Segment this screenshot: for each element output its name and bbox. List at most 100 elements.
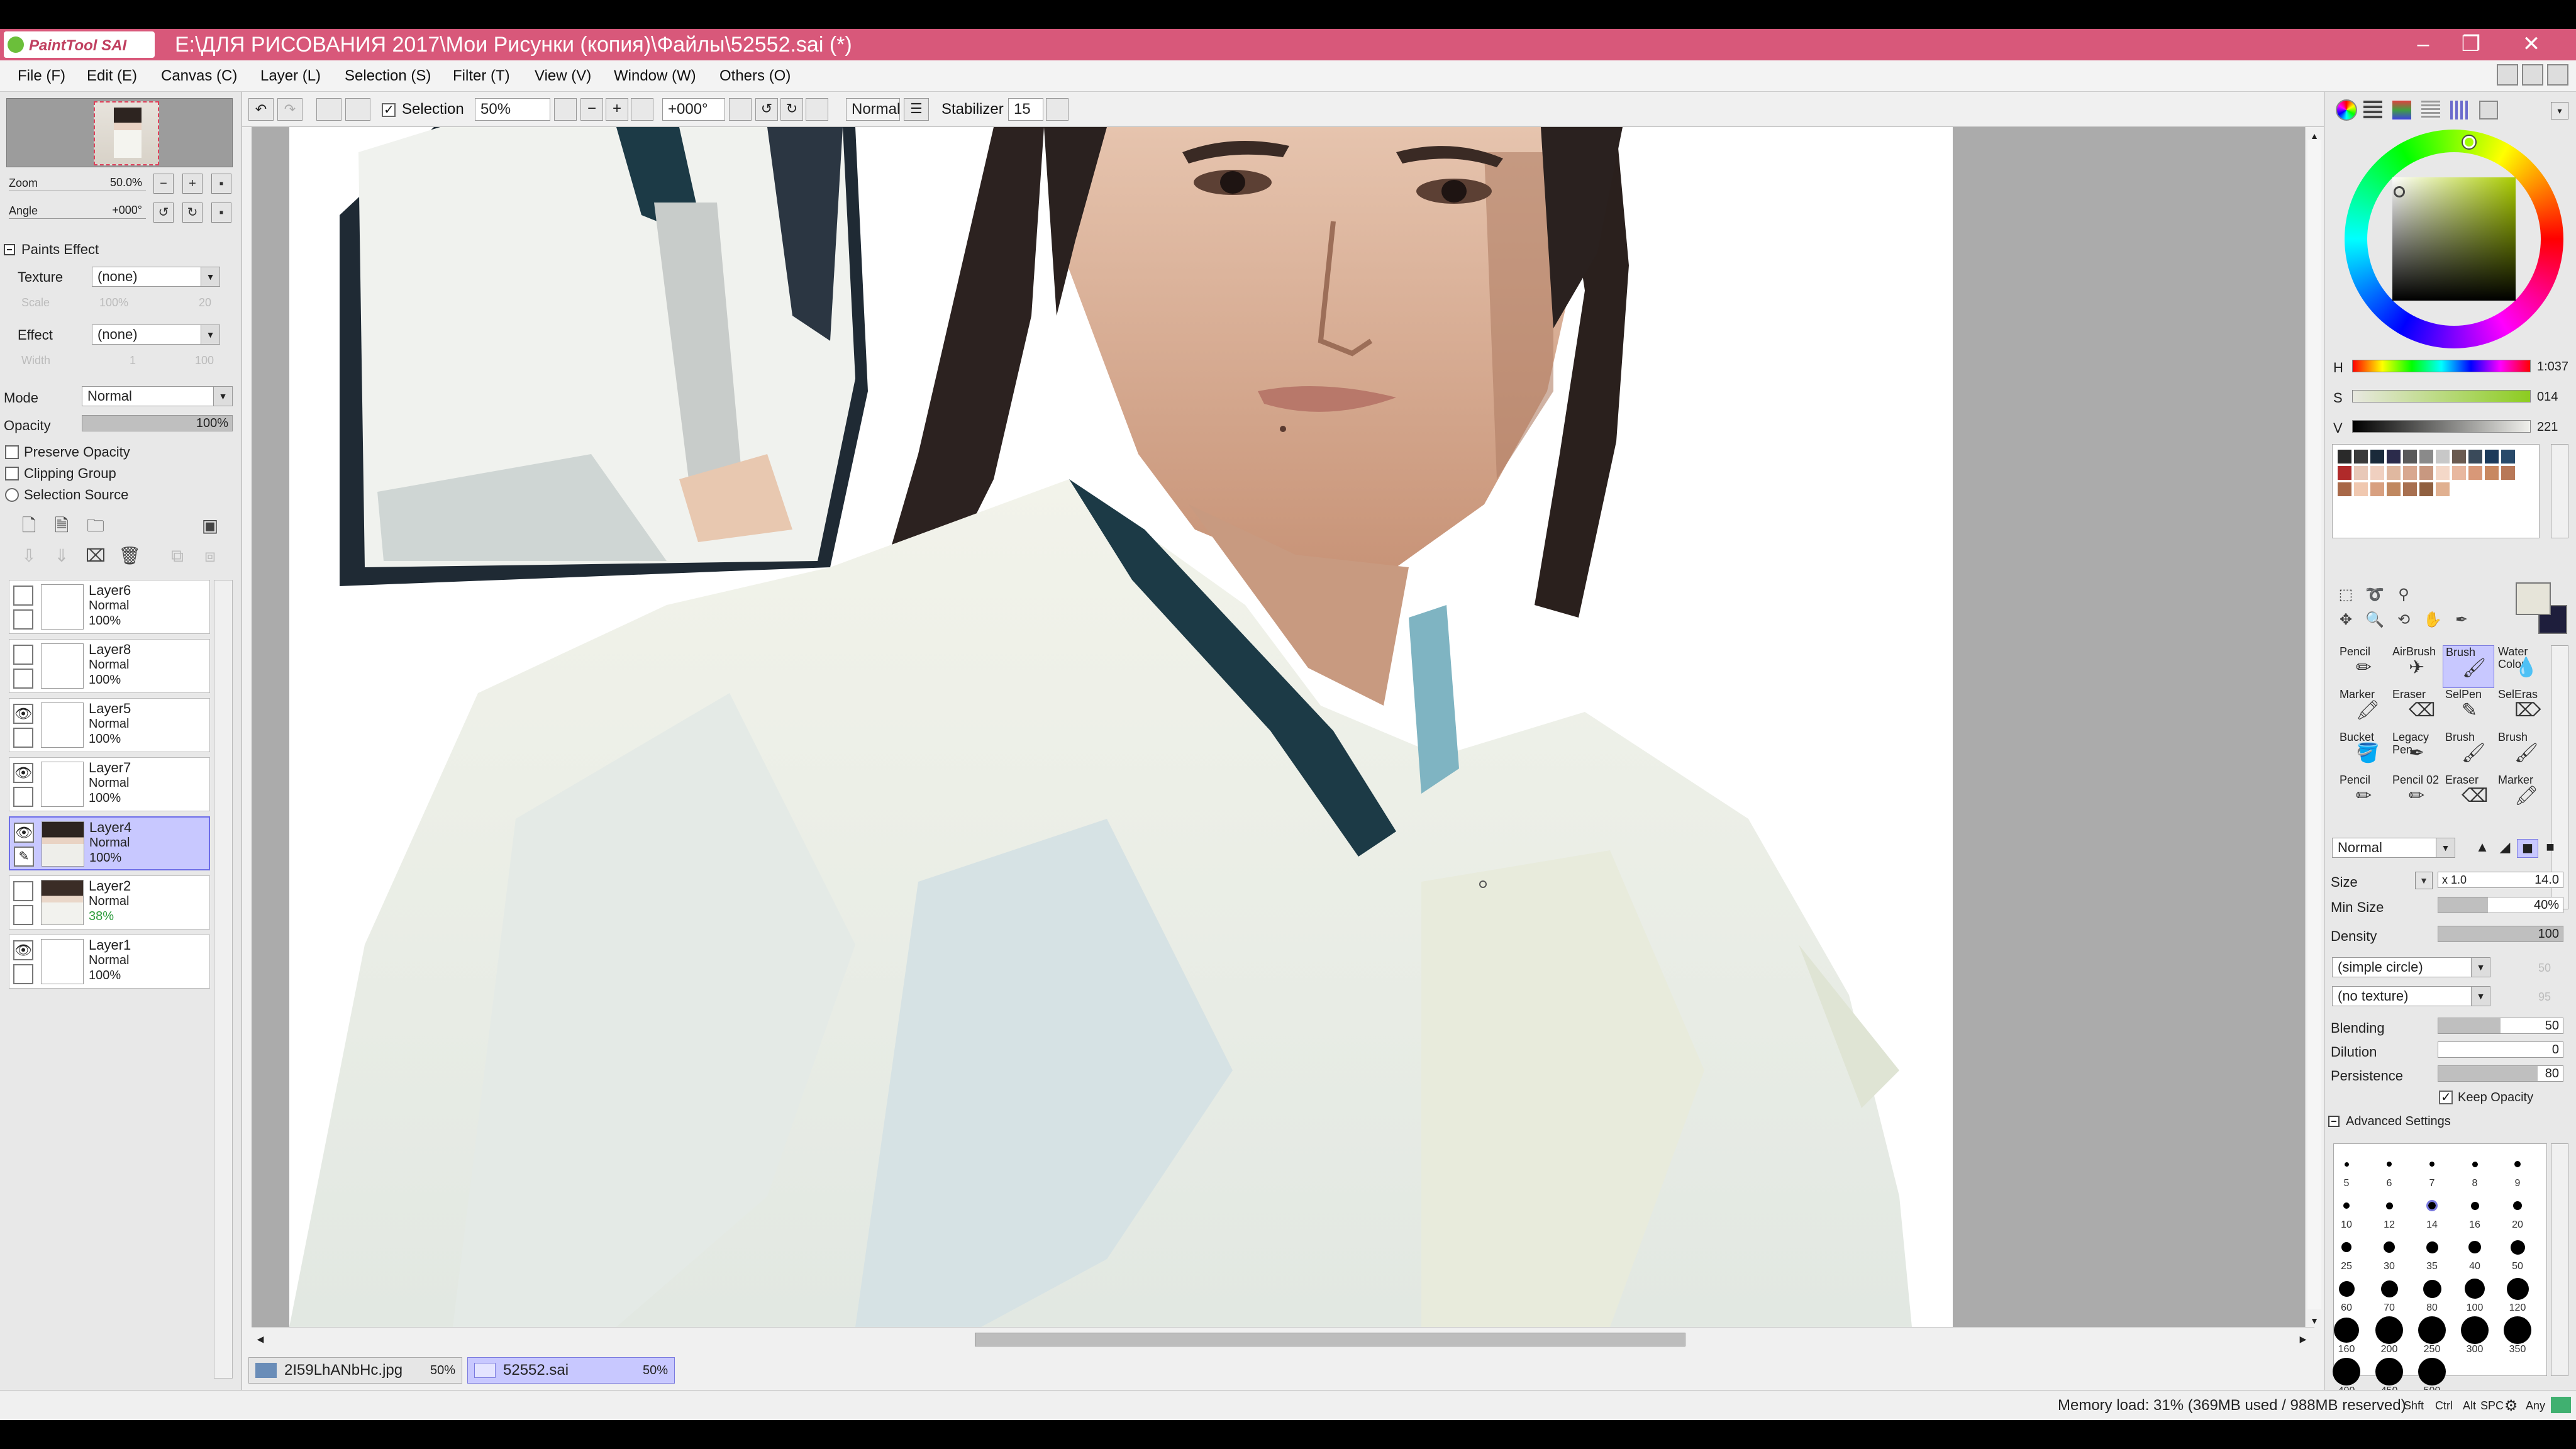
selection-checkbox[interactable] (382, 102, 396, 118)
scroll-down-arrow-icon[interactable]: ▼ (2307, 1313, 2322, 1328)
swatch-scrollbar[interactable] (2551, 444, 2568, 538)
visibility-toggle[interactable] (13, 586, 33, 606)
brush-size-dot[interactable] (2333, 1358, 2360, 1385)
tool-eraser[interactable]: Eraser ⌫ (2390, 688, 2441, 731)
eye-icon[interactable]: 👁 (14, 823, 34, 843)
new-layer-icon[interactable]: 🗋 (16, 513, 42, 538)
density-slider[interactable]: 100 (2438, 926, 2563, 942)
lock-toggle[interactable] (13, 728, 33, 748)
color-swatch[interactable] (2468, 466, 2482, 480)
color-swatch[interactable] (2387, 450, 2401, 464)
dilution-slider[interactable]: 0 (2438, 1041, 2563, 1058)
color-swatch[interactable] (2354, 482, 2368, 496)
hue-slider[interactable] (2352, 360, 2531, 372)
lock-toggle[interactable] (13, 787, 33, 807)
zoom-out-icon[interactable]: − (580, 98, 603, 121)
doc-minimize-button[interactable] (2497, 64, 2518, 86)
color-swatch[interactable] (2468, 450, 2482, 464)
navigator-preview[interactable] (6, 98, 233, 167)
lock-toggle[interactable] (13, 609, 33, 630)
stabilizer-field[interactable]: 15 (1008, 98, 1043, 121)
min-size-slider[interactable]: 40% (2438, 897, 2563, 913)
file-tab[interactable]: 2I59LhANbHc.jpg 50% (248, 1357, 462, 1384)
color-swatch[interactable] (2436, 466, 2450, 480)
eye-icon[interactable]: 👁 (13, 704, 33, 724)
tool-pencil[interactable]: Pencil ✏ (2337, 645, 2389, 688)
color-swatch[interactable] (2338, 450, 2351, 464)
value-slider[interactable] (2352, 420, 2531, 433)
brush-shape-flat-icon[interactable]: ▲ (2473, 839, 2492, 858)
lock-toggle[interactable] (13, 964, 33, 984)
menu-file[interactable]: File (F) (18, 67, 65, 86)
brush-size-dot[interactable] (2344, 1162, 2349, 1167)
keep-opacity-checkbox[interactable] (2439, 1089, 2453, 1105)
lock-toggle[interactable] (13, 669, 33, 689)
new-folder-icon[interactable]: 🗀 (83, 513, 108, 538)
brush-mode-select[interactable]: Normal ▼ (2332, 838, 2455, 858)
menu-selection[interactable]: Selection (S) (345, 67, 431, 86)
color-swatch[interactable] (2354, 450, 2368, 464)
menu-window[interactable]: Window (W) (614, 67, 696, 86)
layer-row[interactable]: Layer8 Normal 100% (9, 639, 210, 693)
brush-size-dot[interactable] (2465, 1279, 2485, 1299)
brush-size-dot[interactable] (2504, 1316, 2531, 1344)
preserve-opacity-checkbox[interactable] (5, 445, 19, 459)
brush-size-scrollbar[interactable] (2551, 1143, 2568, 1376)
lasso-icon[interactable]: ➰ (2362, 582, 2387, 608)
size-slider[interactable]: x 1.0 14.0 (2438, 872, 2563, 888)
brush-size-dot[interactable] (2341, 1242, 2351, 1252)
brush-size-dot[interactable] (2506, 1277, 2529, 1300)
effect-select[interactable]: (none) ▼ (92, 325, 220, 345)
canvas-paper[interactable] (289, 127, 1953, 1327)
rect-select-icon[interactable]: ⬚ (2333, 582, 2358, 608)
saturation-value-square[interactable] (2392, 177, 2516, 301)
clipping-group-checkbox[interactable] (5, 467, 19, 480)
menu-others[interactable]: Others (O) (719, 67, 791, 86)
blend-mode-field[interactable]: Normal (846, 98, 900, 121)
advanced-settings-toggle[interactable]: Advanced Settings (2324, 1112, 2513, 1131)
canvas-vertical-scrollbar[interactable]: ▲ ▼ (2305, 127, 2324, 1333)
hand-icon[interactable]: ✋ (2420, 608, 2445, 633)
rotate-reset-button[interactable]: ▪ (211, 203, 231, 223)
layer-row[interactable]: Layer2 Normal 38% (9, 875, 210, 930)
brush-size-dot[interactable] (2375, 1316, 2403, 1344)
brush-shape-round-icon[interactable]: ◼ (2517, 839, 2538, 858)
zoom-dropdown-icon[interactable] (554, 98, 577, 121)
merge-down-icon[interactable]: ⇓ (49, 543, 74, 569)
color-swatch[interactable] (2452, 466, 2466, 480)
brush-size-dot[interactable] (2343, 1202, 2350, 1209)
tool-selpen[interactable]: SelPen ✎ (2443, 688, 2494, 731)
scroll-thumb[interactable] (975, 1333, 1685, 1346)
file-tab-active[interactable]: 52552.sai 50% (467, 1357, 675, 1384)
color-swatch[interactable] (2370, 482, 2384, 496)
zoom-reset-button[interactable]: ▪ (211, 174, 231, 194)
tool-pencil[interactable]: Pencil ✏ (2337, 774, 2389, 816)
color-swatch[interactable] (2387, 482, 2401, 496)
menu-edit[interactable]: Edit (E) (87, 67, 137, 86)
redo-icon[interactable]: ↷ (277, 98, 303, 121)
zoom-tool-icon[interactable]: 🔍 (2362, 608, 2387, 633)
magic-wand-icon[interactable]: ⚲ (2391, 582, 2416, 608)
color-swatch[interactable] (2419, 482, 2433, 496)
swatch-grid[interactable] (2332, 444, 2540, 538)
layer-list-scrollbar[interactable] (214, 580, 233, 1379)
brush-size-dot[interactable] (2338, 1280, 2355, 1297)
color-swatch[interactable] (2485, 450, 2499, 464)
brush-shape-square-icon[interactable]: ■ (2541, 839, 2560, 858)
hsv-slider-tab-icon[interactable] (2392, 101, 2411, 119)
lock-toggle[interactable] (13, 905, 33, 925)
brush-shape-select[interactable]: (simple circle) ▼ (2332, 957, 2490, 977)
zoom-in-icon[interactable]: + (606, 98, 628, 121)
brush-size-dot[interactable] (2384, 1241, 2395, 1253)
brush-size-dot[interactable] (2385, 1202, 2393, 1209)
flip-icon[interactable] (806, 98, 828, 121)
color-swatch[interactable] (2485, 466, 2499, 480)
layer-panel-menu-icon[interactable]: ▣ (197, 513, 223, 538)
scratchpad-tab-icon[interactable] (2479, 101, 2498, 119)
paints-effect-header[interactable]: Paints Effect (0, 240, 242, 259)
scroll-thumb[interactable] (2307, 140, 2321, 1309)
color-swatch[interactable] (2436, 450, 2450, 464)
selection-source-checkbox[interactable] (5, 488, 19, 502)
move-icon[interactable]: ✥ (2333, 608, 2358, 633)
swatch-tab-icon[interactable] (2450, 101, 2469, 119)
